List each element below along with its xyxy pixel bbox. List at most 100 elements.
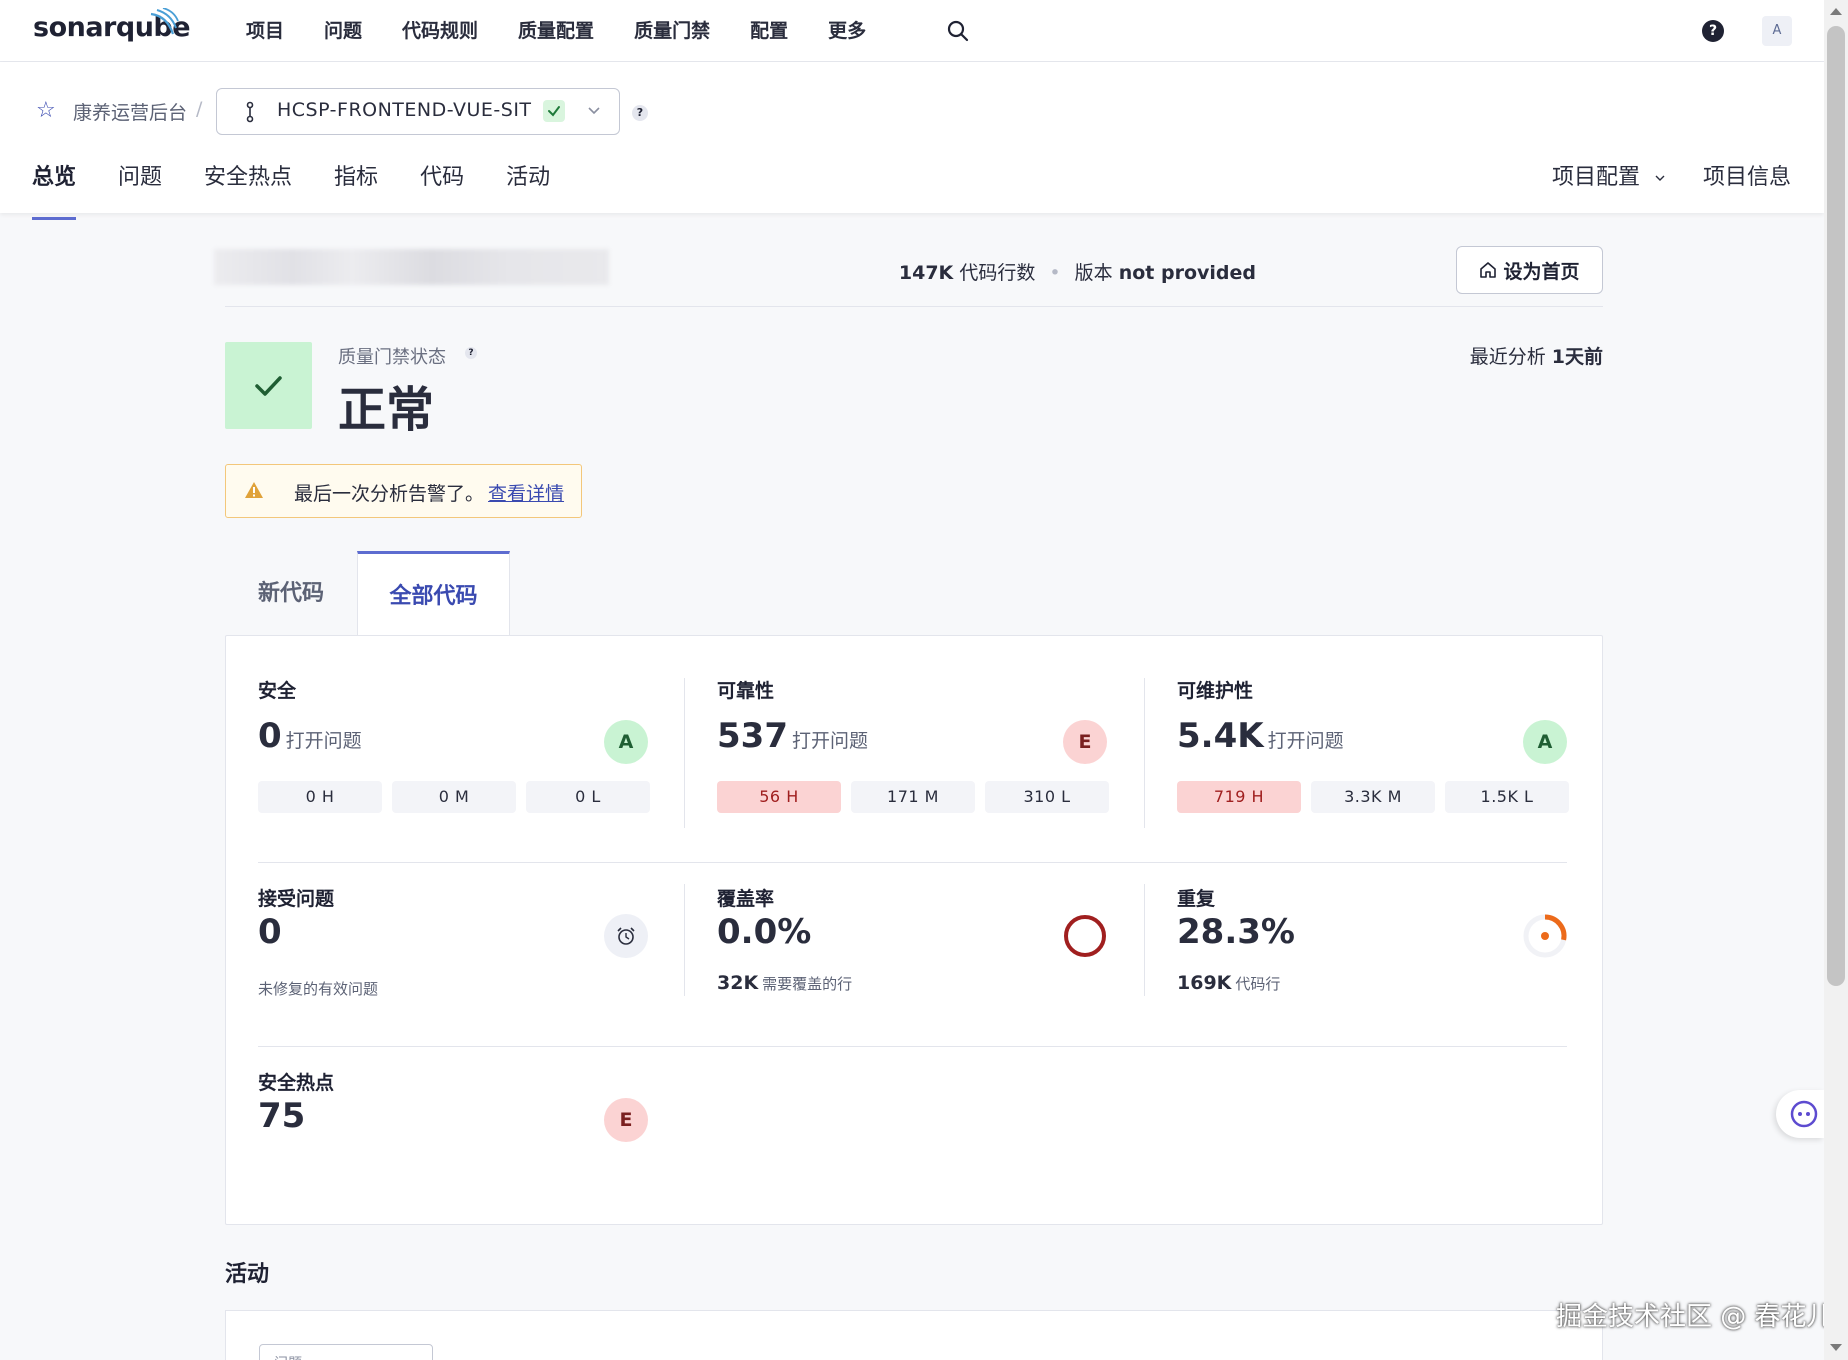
nav-quality-gates[interactable]: 质量门禁 bbox=[614, 0, 730, 62]
security-hotspots-card[interactable]: 安全热点 75 E bbox=[258, 1068, 648, 1168]
project-tabs: 总览 问题 安全热点 指标 代码 活动 bbox=[32, 158, 592, 220]
activity-panel: 问题 bbox=[225, 1310, 1603, 1360]
coverage-card[interactable]: 覆盖率 0.0% 32K 需要覆盖的行 bbox=[717, 884, 1107, 1004]
reliability-medium[interactable]: 171 M bbox=[851, 781, 975, 813]
last-analysis-value: 1天前 bbox=[1551, 346, 1603, 368]
watermark: 掘金技术社区 @ 春花儿 bbox=[1556, 1302, 1833, 1332]
maintainability-value[interactable]: 5.4K 打开问题 bbox=[1177, 716, 1344, 756]
security-severity-row: 0 H 0 M 0 L bbox=[258, 781, 650, 813]
warning-text: 最后一次分析告警了。 查看详情 bbox=[294, 479, 564, 506]
accepted-issues-value[interactable]: 0 bbox=[258, 912, 282, 952]
nav-projects[interactable]: 项目 bbox=[226, 0, 304, 62]
last-analysis: 最近分析 1天前 bbox=[1470, 342, 1603, 369]
security-hotspots-value[interactable]: 75 bbox=[258, 1096, 305, 1136]
maintainability-count: 5.4K bbox=[1177, 716, 1264, 756]
quality-gate-help-icon[interactable]: ? bbox=[465, 347, 477, 359]
security-unit: 打开问题 bbox=[285, 730, 362, 752]
scrollbar[interactable] bbox=[1824, 0, 1848, 1360]
security-card[interactable]: 安全 0 打开问题 A 0 H 0 M 0 L bbox=[258, 676, 650, 826]
tab-project-info[interactable]: 项目信息 bbox=[1703, 158, 1791, 198]
tab-measures[interactable]: 指标 bbox=[334, 158, 378, 210]
assistant-widget[interactable] bbox=[1776, 1090, 1824, 1138]
accepted-issues-card[interactable]: 接受问题 0 未修复的有效问题 bbox=[258, 884, 648, 1004]
security-hotspots-title: 安全热点 bbox=[258, 1072, 335, 1094]
reliability-high[interactable]: 56 H bbox=[717, 781, 841, 813]
duplication-card[interactable]: 重复 28.3% 169K 代码行 bbox=[1177, 884, 1567, 1004]
nav-quality-profiles[interactable]: 质量配置 bbox=[498, 0, 614, 62]
divider bbox=[225, 306, 1603, 307]
tab-new-code[interactable]: 新代码 bbox=[225, 551, 357, 636]
search-icon[interactable] bbox=[946, 19, 970, 43]
version-value: not provided bbox=[1118, 262, 1256, 284]
analysis-warning: 最后一次分析告警了。 查看详情 bbox=[225, 464, 582, 518]
maintainability-low[interactable]: 1.5K L bbox=[1445, 781, 1569, 813]
tab-code[interactable]: 代码 bbox=[420, 158, 464, 210]
security-count: 0 bbox=[258, 716, 282, 756]
avatar[interactable]: A bbox=[1762, 16, 1792, 46]
quality-gate-label: 质量门禁状态 bbox=[338, 347, 446, 368]
breadcrumb-separator: / bbox=[196, 98, 203, 120]
tab-overall-code[interactable]: 全部代码 bbox=[357, 551, 510, 636]
sonarqube-logo[interactable]: sonarqube bbox=[33, 8, 191, 43]
nav-administration[interactable]: 配置 bbox=[730, 0, 808, 62]
maintainability-card[interactable]: 可维护性 5.4K 打开问题 A 719 H 3.3K M 1.5K L bbox=[1177, 676, 1569, 826]
alarm-clock-icon bbox=[604, 914, 648, 958]
coverage-lines-label: 需要覆盖的行 bbox=[762, 975, 853, 993]
nav-issues[interactable]: 问题 bbox=[304, 0, 382, 62]
divider bbox=[1144, 884, 1145, 996]
loc-label: 代码行数 bbox=[959, 262, 1036, 284]
duplication-value[interactable]: 28.3% bbox=[1177, 912, 1295, 952]
divider bbox=[684, 678, 685, 828]
nav-more[interactable]: 更多 bbox=[808, 0, 886, 62]
metrics-panel: 安全 0 打开问题 A 0 H 0 M 0 L 可靠性 537 打开问题 E 56 … bbox=[225, 635, 1603, 1225]
tab-security-hotspots[interactable]: 安全热点 bbox=[204, 158, 292, 210]
warning-details-link[interactable]: 查看详情 bbox=[488, 483, 564, 505]
security-value[interactable]: 0 打开问题 bbox=[258, 716, 362, 756]
scroll-down-arrow-icon[interactable] bbox=[1830, 1344, 1842, 1351]
branch-help-icon[interactable]: ? bbox=[632, 105, 648, 121]
maintainability-title: 可维护性 bbox=[1177, 680, 1254, 702]
reliability-value[interactable]: 537 打开问题 bbox=[717, 716, 868, 756]
reliability-severity-row: 56 H 171 M 310 L bbox=[717, 781, 1109, 813]
tab-overview[interactable]: 总览 bbox=[32, 158, 77, 220]
coverage-value[interactable]: 0.0% bbox=[717, 912, 811, 952]
activity-graph-select[interactable]: 问题 bbox=[259, 1344, 433, 1360]
project-meta: 147K 代码行数 • 版本 not provided bbox=[899, 258, 1256, 285]
security-hotspots-rating[interactable]: E bbox=[604, 1098, 648, 1142]
branch-selector[interactable]: HCSP-FRONTEND-VUE-SIT bbox=[216, 88, 620, 135]
duplication-lines-value: 169K bbox=[1177, 972, 1232, 994]
nav-rules[interactable]: 代码规则 bbox=[382, 0, 498, 62]
chevron-down-icon bbox=[588, 107, 600, 115]
tab-issues[interactable]: 问题 bbox=[118, 158, 162, 210]
reliability-rating[interactable]: E bbox=[1063, 720, 1107, 764]
reliability-low[interactable]: 310 L bbox=[985, 781, 1109, 813]
duplication-lines-label: 代码行 bbox=[1235, 975, 1281, 993]
chevron-down-icon bbox=[1655, 175, 1665, 181]
maintainability-high[interactable]: 719 H bbox=[1177, 781, 1301, 813]
security-rating[interactable]: A bbox=[604, 720, 648, 764]
tab-project-settings[interactable]: 项目配置 bbox=[1552, 158, 1665, 198]
maintainability-rating[interactable]: A bbox=[1523, 720, 1567, 764]
tab-activity[interactable]: 活动 bbox=[506, 158, 550, 210]
security-high[interactable]: 0 H bbox=[258, 781, 382, 813]
security-medium[interactable]: 0 M bbox=[392, 781, 516, 813]
coverage-sub: 32K 需要覆盖的行 bbox=[717, 972, 852, 994]
main-nav: 项目 问题 代码规则 质量配置 质量门禁 配置 更多 bbox=[226, 0, 886, 62]
version-label: 版本 bbox=[1074, 262, 1113, 284]
scroll-up-arrow-icon[interactable] bbox=[1830, 8, 1842, 15]
warning-icon bbox=[245, 482, 263, 498]
reliability-card[interactable]: 可靠性 537 打开问题 E 56 H 171 M 310 L bbox=[717, 676, 1109, 826]
duplication-gauge-icon bbox=[1523, 914, 1567, 958]
scroll-thumb[interactable] bbox=[1827, 26, 1845, 986]
star-icon[interactable]: ☆ bbox=[36, 100, 56, 122]
coverage-lines-value: 32K bbox=[717, 972, 759, 994]
home-icon bbox=[1480, 262, 1497, 278]
security-title: 安全 bbox=[258, 680, 297, 702]
set-as-home-button[interactable]: 设为首页 bbox=[1456, 246, 1603, 294]
coverage-title: 覆盖率 bbox=[717, 888, 775, 910]
breadcrumb-project[interactable]: 康养运营后台 bbox=[73, 98, 187, 125]
help-icon[interactable]: ? bbox=[1702, 20, 1724, 42]
activity-title: 活动 bbox=[225, 1262, 270, 1287]
security-low[interactable]: 0 L bbox=[526, 781, 650, 813]
maintainability-medium[interactable]: 3.3K M bbox=[1311, 781, 1435, 813]
